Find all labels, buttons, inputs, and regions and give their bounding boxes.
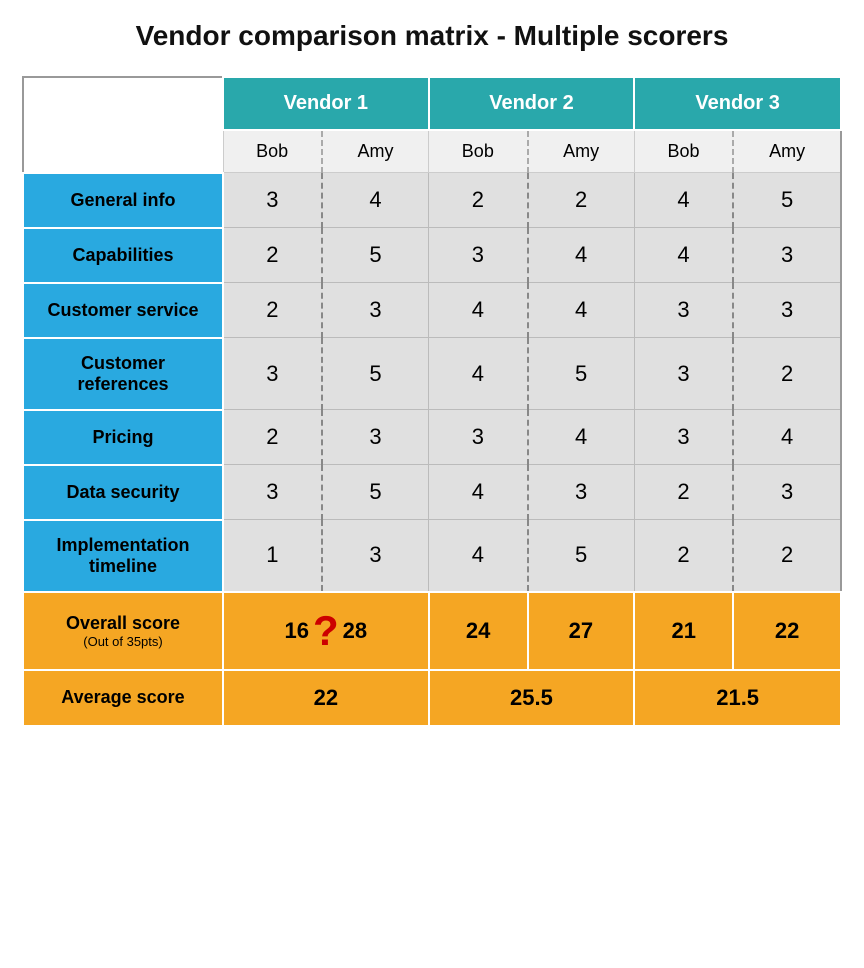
score-5-3: 3 — [528, 465, 635, 520]
score-4-4: 3 — [634, 410, 733, 465]
average-score-row: Average score 22 25.5 21.5 — [23, 670, 841, 726]
score-5-4: 2 — [634, 465, 733, 520]
score-4-3: 4 — [528, 410, 635, 465]
score-1-2: 3 — [429, 228, 528, 283]
score-3-0: 3 — [223, 338, 322, 410]
score-5-5: 3 — [733, 465, 841, 520]
score-6-2: 4 — [429, 520, 528, 592]
scorer-v3-bob: Bob — [634, 130, 733, 173]
score-5-0: 3 — [223, 465, 322, 520]
category-row-customer-references: Customer references 3 5 4 5 3 2 — [23, 338, 841, 410]
score-6-5: 2 — [733, 520, 841, 592]
category-row-capabilities: Capabilities 2 5 3 4 4 3 — [23, 228, 841, 283]
average-label: Average score — [23, 670, 223, 726]
vendor-header-row: Vendor 1 Vendor 2 Vendor 3 — [23, 77, 841, 130]
score-3-2: 4 — [429, 338, 528, 410]
score-6-1: 3 — [322, 520, 429, 592]
category-label-2: Customer service — [23, 283, 223, 338]
score-3-4: 3 — [634, 338, 733, 410]
score-2-2: 4 — [429, 283, 528, 338]
score-4-2: 3 — [429, 410, 528, 465]
score-4-1: 3 — [322, 410, 429, 465]
category-row-data-security: Data security 3 5 4 3 2 3 — [23, 465, 841, 520]
score-2-1: 3 — [322, 283, 429, 338]
score-3-1: 5 — [322, 338, 429, 410]
category-label-0: General info — [23, 173, 223, 228]
score-1-1: 5 — [322, 228, 429, 283]
comparison-table: Vendor 1 Vendor 2 Vendor 3 Bob Amy Bob A… — [22, 76, 842, 727]
score-0-5: 5 — [733, 173, 841, 228]
score-1-4: 4 — [634, 228, 733, 283]
overall-v1-bob: 16 — [285, 618, 309, 644]
category-row-pricing: Pricing 2 3 3 4 3 4 — [23, 410, 841, 465]
score-1-0: 2 — [223, 228, 322, 283]
scorer-v2-bob: Bob — [429, 130, 528, 173]
scorer-v3-amy: Amy — [733, 130, 841, 173]
score-5-1: 5 — [322, 465, 429, 520]
score-3-3: 5 — [528, 338, 635, 410]
scorer-v2-amy: Amy — [528, 130, 635, 173]
category-label-6: Implementation timeline — [23, 520, 223, 592]
overall-sublabel: (Out of 35pts) — [32, 634, 214, 649]
score-2-4: 3 — [634, 283, 733, 338]
overall-vendor2-amy: 27 — [528, 592, 635, 670]
overall-v1-amy: 28 — [343, 618, 367, 644]
category-label-3: Customer references — [23, 338, 223, 410]
vendor1-header: Vendor 1 — [223, 77, 429, 130]
scorer-v1-bob: Bob — [223, 130, 322, 173]
question-mark-icon: ? — [313, 607, 339, 655]
score-0-3: 2 — [528, 173, 635, 228]
category-label-1: Capabilities — [23, 228, 223, 283]
overall-label-text: Overall score — [66, 613, 180, 633]
score-1-5: 3 — [733, 228, 841, 283]
score-6-4: 2 — [634, 520, 733, 592]
overall-score-row: Overall score (Out of 35pts) 16 ? 28 24 … — [23, 592, 841, 670]
score-4-0: 2 — [223, 410, 322, 465]
score-1-3: 4 — [528, 228, 635, 283]
overall-label: Overall score (Out of 35pts) — [23, 592, 223, 670]
score-2-3: 4 — [528, 283, 635, 338]
score-0-2: 2 — [429, 173, 528, 228]
average-vendor2: 25.5 — [429, 670, 635, 726]
score-6-3: 5 — [528, 520, 635, 592]
scorer-row: Bob Amy Bob Amy Bob Amy — [23, 130, 841, 173]
category-label-5: Data security — [23, 465, 223, 520]
score-0-1: 4 — [322, 173, 429, 228]
score-4-5: 4 — [733, 410, 841, 465]
overall-vendor1-cell: 16 ? 28 — [223, 592, 429, 670]
vendor2-header: Vendor 2 — [429, 77, 635, 130]
average-vendor1: 22 — [223, 670, 429, 726]
overall-vendor3-bob: 21 — [634, 592, 733, 670]
page-title: Vendor comparison matrix - Multiple scor… — [22, 20, 842, 52]
score-5-2: 4 — [429, 465, 528, 520]
vendor3-header: Vendor 3 — [634, 77, 841, 130]
category-row-customer-service: Customer service 2 3 4 4 3 3 — [23, 283, 841, 338]
score-3-5: 2 — [733, 338, 841, 410]
overall-vendor2-bob: 24 — [429, 592, 528, 670]
header-empty-cell — [23, 77, 223, 130]
score-6-0: 1 — [223, 520, 322, 592]
score-2-5: 3 — [733, 283, 841, 338]
main-container: Vendor comparison matrix - Multiple scor… — [22, 20, 842, 727]
scorer-v1-amy: Amy — [322, 130, 429, 173]
score-2-0: 2 — [223, 283, 322, 338]
category-label-4: Pricing — [23, 410, 223, 465]
category-row-general-info: General info 3 4 2 2 4 5 — [23, 173, 841, 228]
score-0-0: 3 — [223, 173, 322, 228]
scorer-empty-cell — [23, 130, 223, 173]
category-row-implementation-timeline: Implementation timeline 1 3 4 5 2 2 — [23, 520, 841, 592]
average-vendor3: 21.5 — [634, 670, 841, 726]
overall-vendor3-amy: 22 — [733, 592, 841, 670]
score-0-4: 4 — [634, 173, 733, 228]
